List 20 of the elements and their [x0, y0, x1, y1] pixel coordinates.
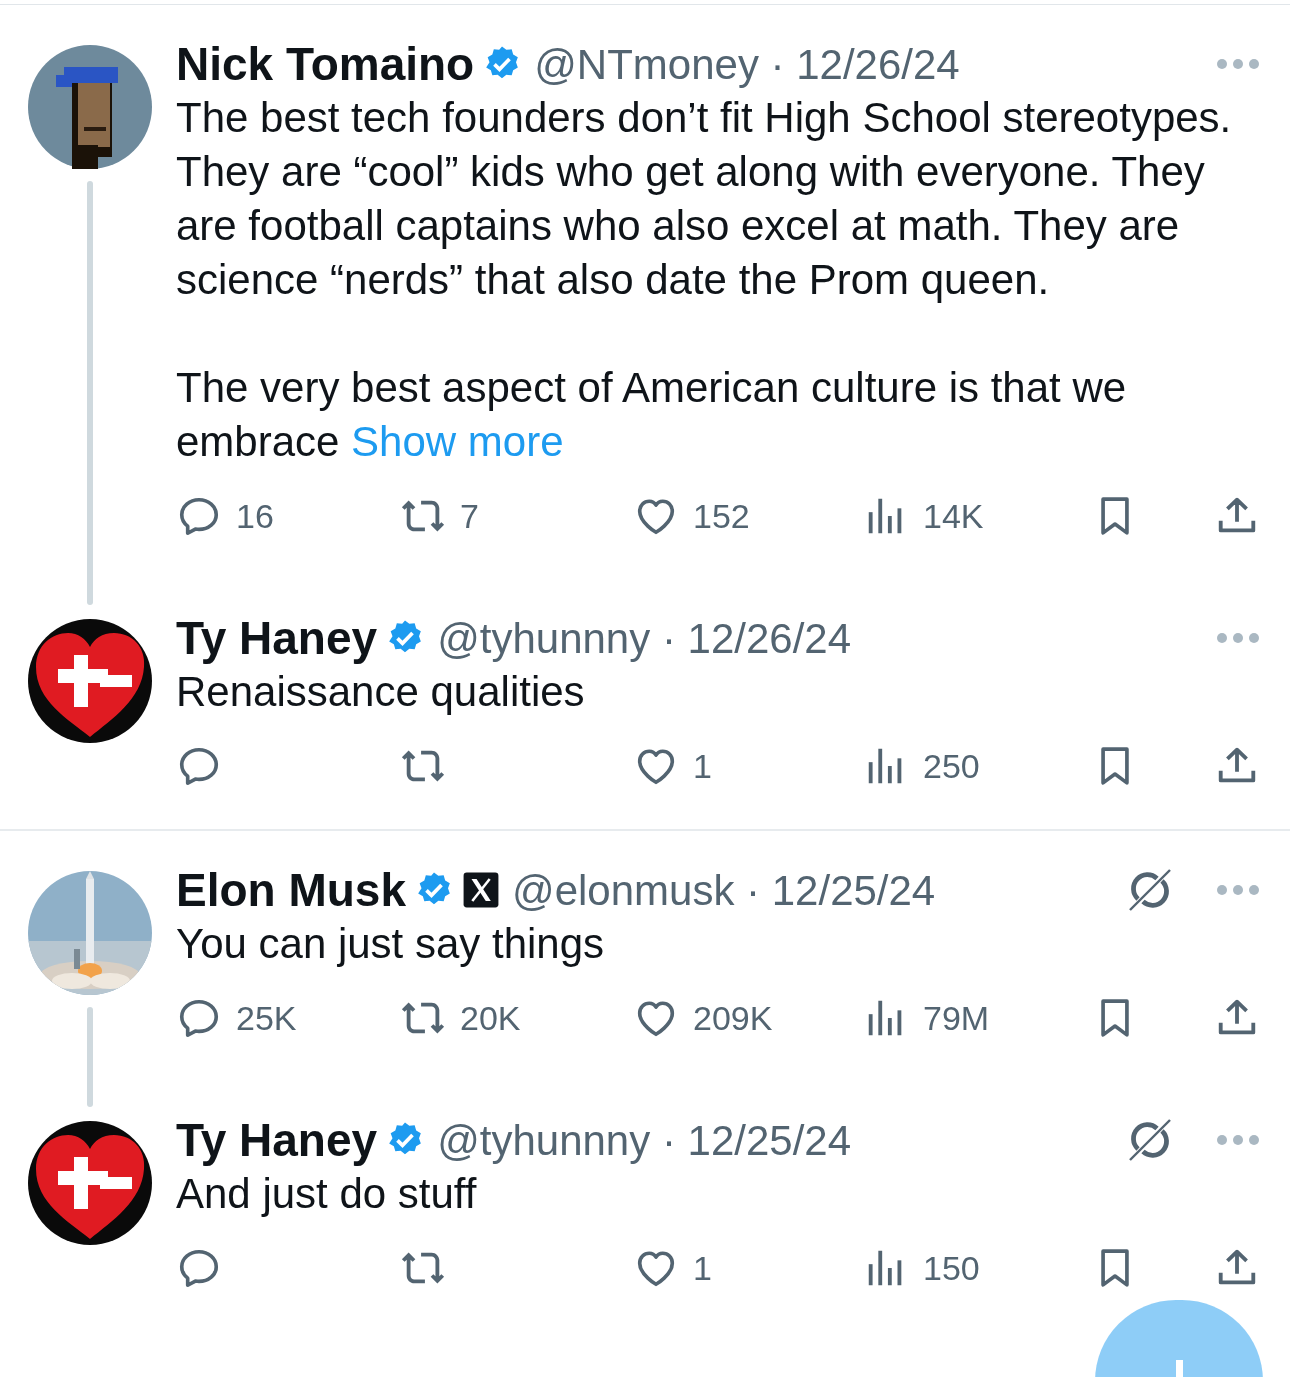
bar-chart-button[interactable]: 79M — [863, 992, 990, 1044]
avatar[interactable] — [28, 45, 152, 169]
reply-button[interactable]: 25K — [176, 992, 297, 1044]
heart-button[interactable]: 152 — [633, 490, 750, 542]
avatar[interactable] — [28, 619, 152, 743]
reply-button[interactable]: 16 — [176, 490, 274, 542]
repost-button[interactable]: 7 — [400, 490, 479, 542]
heart-button[interactable]: 1 — [633, 740, 712, 792]
avatar[interactable] — [28, 1121, 152, 1245]
handle-and-date: @elonmusk · 12/25/24 — [512, 865, 936, 916]
bar-chart-button[interactable]: 150 — [863, 1242, 980, 1294]
bar-chart-button[interactable]: 14K — [863, 490, 984, 542]
repost-button[interactable]: 20K — [400, 992, 521, 1044]
handle-and-date: @NTmoney · 12/26/24 — [534, 39, 960, 90]
handle-and-date: @tyhunnny · 12/25/24 — [437, 1115, 852, 1166]
heart-button[interactable]: 1 — [633, 1242, 712, 1294]
tweet-text: The very best aspect of American culture is that we embrace Show more — [176, 363, 1128, 467]
bar-chart-button[interactable]: 250 — [863, 740, 980, 792]
handle-and-date: @tyhunnny · 12/26/24 — [437, 613, 852, 664]
heart-button[interactable]: 209K — [633, 992, 773, 1044]
